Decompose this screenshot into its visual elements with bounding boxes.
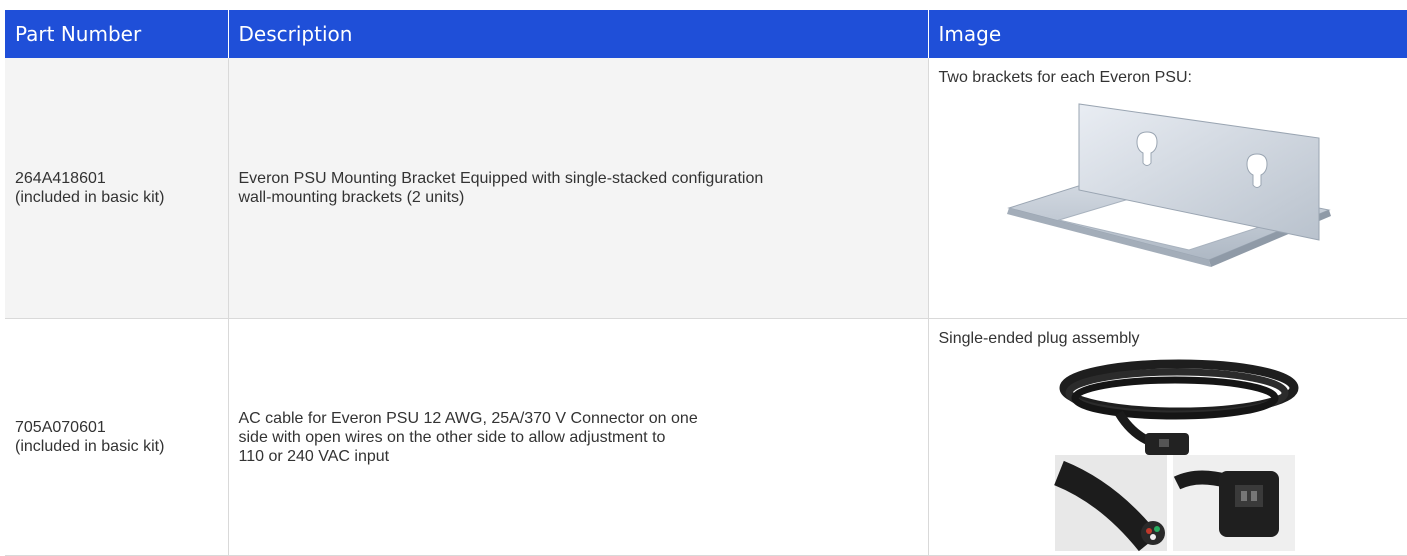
description-line: AC cable for Everon PSU 12 AWG, 25A/370 … — [238, 409, 698, 427]
table-header-row: Part Number Description Image — [5, 10, 1407, 58]
part-number-cell: 264A418601 (included in basic kit) — [5, 58, 229, 319]
parts-table: Part Number Description Image 264A418601… — [5, 10, 1407, 556]
description-cell: Everon PSU Mounting Bracket Equipped wit… — [228, 58, 929, 319]
part-note: (included in basic kit) — [15, 438, 165, 455]
part-note: (included in basic kit) — [15, 189, 165, 206]
image-caption: Two brackets for each Everon PSU: — [938, 69, 1192, 86]
part-number-cell: 705A070601 (included in basic kit) — [5, 318, 229, 556]
mounting-bracket-icon — [1006, 103, 1331, 267]
page: Part Number Description Image 264A418601… — [0, 0, 1407, 556]
description-line: wall-mounting brackets (2 units) — [238, 189, 465, 206]
description-line: Everon PSU Mounting Bracket Equipped wit… — [238, 170, 764, 187]
image-cell: Single-ended plug assembly — [928, 318, 1407, 556]
image-cell: Two brackets for each Everon PSU: — [928, 58, 1407, 319]
part-number: 705A070601 — [15, 419, 106, 436]
header-part-number[interactable]: Part Number — [5, 10, 229, 58]
table-row: 264A418601 (included in basic kit) Evero… — [5, 58, 1407, 319]
header-image[interactable]: Image — [928, 10, 1407, 58]
ac-cable-icon — [1053, 359, 1298, 552]
description-line: side with open wires on the other side t… — [238, 428, 666, 446]
image-caption: Single-ended plug assembly — [938, 330, 1140, 347]
part-number: 264A418601 — [15, 170, 106, 187]
description-line: 110 or 240 VAC input — [238, 447, 390, 465]
description-cell: AC cable for Everon PSU 12 AWG, 25A/370 … — [228, 318, 929, 556]
header-description[interactable]: Description — [228, 10, 929, 58]
table-row: 705A070601 (included in basic kit) AC ca… — [5, 318, 1407, 556]
